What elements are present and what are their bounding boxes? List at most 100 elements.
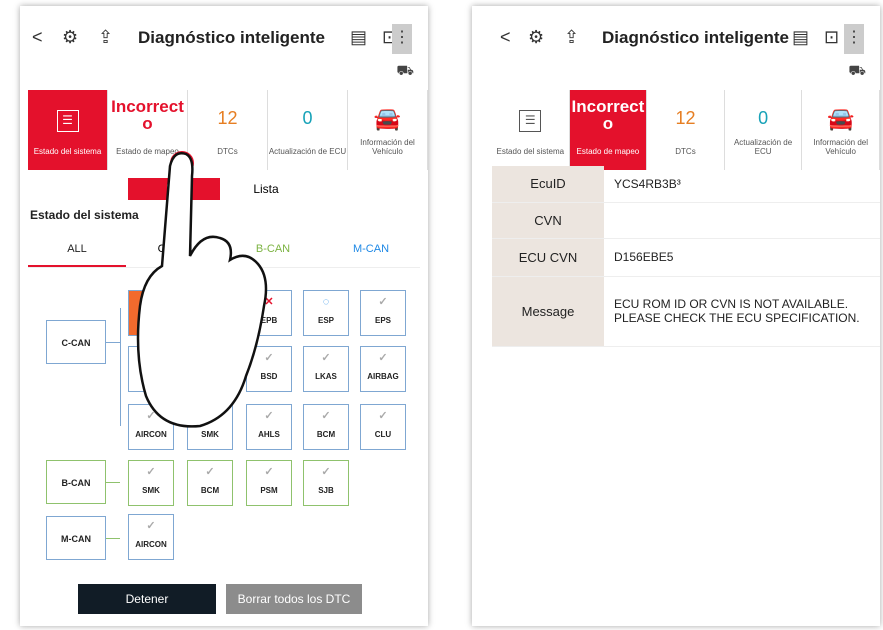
- row-key: Message: [492, 276, 604, 347]
- menu-icon[interactable]: ⋮: [844, 24, 864, 54]
- tab-mapping-status[interactable]: Incorrect o Estado de mapeo: [569, 90, 648, 170]
- bus-b-can: B-CAN: [46, 460, 106, 504]
- record-icon[interactable]: ▤: [792, 28, 809, 46]
- check-icon: ✓: [378, 296, 388, 308]
- row-key: CVN: [492, 202, 604, 239]
- tab-ecu-update[interactable]: 0 Actualización de ECU: [725, 90, 803, 170]
- check-icon: ✓: [378, 352, 388, 364]
- diagnostic-icon[interactable]: ⚙: [62, 28, 78, 46]
- check-icon: ✓: [146, 466, 156, 478]
- bus-line: [120, 308, 121, 426]
- tab-label: Estado de mapeo: [576, 147, 640, 156]
- check-icon: ✓: [205, 466, 215, 478]
- bus-c-can: C-CAN: [46, 320, 106, 364]
- ecu-node-smk[interactable]: ✓ SMK: [128, 460, 174, 506]
- ecu-label: ESP: [317, 316, 334, 325]
- checklist-icon: ☰: [56, 110, 79, 132]
- table-row: EcuID YCS4RB3B³: [492, 166, 880, 203]
- row-key: EcuID: [492, 166, 604, 203]
- ecu-label: CLU: [374, 430, 392, 439]
- filter-all[interactable]: ALL: [28, 234, 126, 267]
- ecu-label: SJB: [318, 486, 334, 495]
- ecu-label: BCM: [200, 486, 220, 495]
- ecu-update-count: 0: [302, 108, 313, 128]
- check-icon: ✓: [321, 410, 331, 422]
- car-info-icon: 🚘: [826, 106, 855, 131]
- tab-label: Estado del sistema: [33, 147, 102, 156]
- check-icon: ✓: [321, 352, 331, 364]
- bus-m-can: M-CAN: [46, 516, 106, 560]
- tab-system-status[interactable]: ☰ Estado del sistema: [492, 90, 570, 170]
- page-title: Diagnóstico inteligente: [138, 28, 326, 47]
- row-key: ECU CVN: [492, 238, 604, 277]
- clear-dtc-button[interactable]: Borrar todos los DTC: [226, 584, 362, 614]
- tab-label: DTCs: [675, 147, 696, 156]
- row-value: D156EBE5: [604, 238, 880, 277]
- row-value: [604, 202, 880, 239]
- right-screen: < ⚙ ⇪ Diagnóstico inteligente ▤ ⊡ ⋮ ⛟ ☰ …: [472, 6, 880, 626]
- mapping-value: Incorrect o: [571, 97, 645, 133]
- ecu-node-bcm[interactable]: ✓ BCM: [187, 460, 233, 506]
- tab-label: Información del Vehículo: [813, 138, 869, 156]
- bus-line: [106, 538, 120, 539]
- table-row: ECU CVN D156EBE5: [492, 238, 880, 277]
- left-screen: < ⚙ ⇪ Diagnóstico inteligente ▤ ⊡ ⋮ ⛟ ☰ …: [20, 6, 428, 626]
- ecu-info-table: EcuID YCS4RB3B³ CVN ECU CVN D156EBE5 Mes…: [492, 166, 880, 347]
- ecu-node-clu[interactable]: ✓ CLU: [360, 404, 406, 450]
- ecu-label: SMK: [142, 486, 160, 495]
- tab-dtcs[interactable]: 12 DTCs: [647, 90, 725, 170]
- app-header: < ⚙ ⇪ Diagnóstico inteligente ▤ ⊡ ⋮: [20, 6, 428, 70]
- ecu-node-eps[interactable]: ✓ EPS: [360, 290, 406, 336]
- filter-m-can[interactable]: M-CAN: [322, 234, 420, 267]
- check-icon: ✓: [146, 520, 156, 532]
- status-tabs: ☰ Estado del sistema Incorrect o Estado …: [492, 90, 880, 170]
- bus-line: [106, 342, 120, 343]
- dtc-count: 12: [217, 108, 238, 128]
- tab-ecu-update[interactable]: 0 Actualización de ECU: [268, 90, 348, 170]
- back-icon[interactable]: <: [32, 28, 43, 46]
- ecu-node-airbag[interactable]: ✓ AIRBAG: [360, 346, 406, 392]
- tab-vehicle-info[interactable]: 🚘 Información del Vehículo: [348, 90, 428, 170]
- table-row: Message ECU ROM ID OR CVN IS NOT AVAILAB…: [492, 276, 880, 347]
- ecu-label: AIRBAG: [367, 372, 399, 381]
- back-icon[interactable]: <: [500, 28, 511, 46]
- ecu-node-psm[interactable]: ✓ PSM: [246, 460, 292, 506]
- vehicle-icon[interactable]: ⛟: [396, 62, 414, 81]
- ecu-node-lkas[interactable]: ✓ LKAS: [303, 346, 349, 392]
- check-icon: ✓: [264, 466, 274, 478]
- ecu-node-bcm[interactable]: ✓ BCM: [303, 404, 349, 450]
- upload-icon[interactable]: ⇪: [98, 28, 113, 46]
- ecu-node-esp[interactable]: ◌ ESP: [303, 290, 349, 336]
- bus-line: [106, 482, 120, 483]
- hand-pointer-icon: [136, 152, 268, 428]
- tab-label: Información del Vehículo: [360, 138, 415, 156]
- dtc-count: 12: [675, 108, 696, 128]
- ecu-label: BCM: [316, 430, 336, 439]
- check-icon: ✓: [321, 466, 331, 478]
- ecu-node-sjb[interactable]: ✓ SJB: [303, 460, 349, 506]
- ecu-label: LKAS: [315, 372, 337, 381]
- upload-icon[interactable]: ⇪: [564, 28, 579, 46]
- table-row: CVN: [492, 202, 880, 239]
- row-value: ECU ROM ID OR CVN IS NOT AVAILABLE. PLEA…: [604, 276, 880, 347]
- ecu-node-aircon[interactable]: ✓ AIRCON: [128, 514, 174, 560]
- tab-system-status[interactable]: ☰ Estado del sistema: [28, 90, 108, 170]
- vehicle-icon[interactable]: ⛟: [848, 62, 866, 81]
- checklist-icon: ☰: [519, 110, 542, 132]
- tab-vehicle-info[interactable]: 🚘 Información del Vehículo: [802, 90, 880, 170]
- ecu-label: AIRCON: [135, 540, 167, 549]
- ecu-update-count: 0: [758, 108, 769, 128]
- diagnostic-icon[interactable]: ⚙: [528, 28, 544, 46]
- menu-icon[interactable]: ⋮: [392, 24, 412, 54]
- page-title: Diagnóstico inteligente: [602, 28, 790, 47]
- ecu-label: PSM: [260, 486, 278, 495]
- check-icon: ✓: [378, 410, 388, 422]
- ecu-label: EPS: [374, 316, 391, 325]
- mapping-value: Incorrect o: [111, 97, 184, 133]
- loading-icon: ◌: [322, 296, 330, 308]
- stop-button[interactable]: Detener: [78, 584, 216, 614]
- tab-label: Actualización de ECU: [733, 138, 793, 156]
- screenshot-icon[interactable]: ⊡: [824, 28, 839, 46]
- section-title: Estado del sistema: [30, 208, 139, 222]
- record-icon[interactable]: ▤: [350, 28, 367, 46]
